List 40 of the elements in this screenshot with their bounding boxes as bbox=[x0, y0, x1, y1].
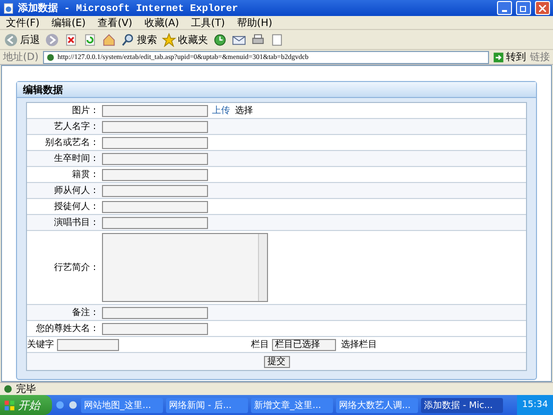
taskbar-button[interactable]: 网站地图_这里... bbox=[81, 398, 163, 412]
menu-item[interactable]: 文件(F) bbox=[6, 16, 40, 30]
field-label: 师从何人： bbox=[53, 184, 100, 197]
menu-item[interactable]: 收藏(A) bbox=[144, 16, 179, 30]
go-button[interactable]: 转到 bbox=[493, 50, 526, 64]
taskbar-button[interactable]: 添加数据 - Mic... bbox=[421, 398, 503, 412]
menu-item[interactable]: 查看(V) bbox=[98, 16, 132, 30]
field-label: 行艺简介： bbox=[53, 262, 100, 274]
menu-item[interactable]: 帮助(H) bbox=[236, 16, 272, 30]
column-field[interactable]: 栏目已选择 bbox=[272, 338, 336, 350]
field-label: 演唱书目： bbox=[53, 216, 100, 229]
toolbar-button[interactable]: 收藏夹 bbox=[162, 32, 208, 46]
field-label: 籍贯： bbox=[71, 168, 100, 181]
field-label: 艺人名字： bbox=[53, 120, 100, 133]
field-label: 备注： bbox=[71, 306, 100, 319]
menu-item[interactable]: 编辑(E) bbox=[52, 16, 86, 30]
field-label: 授徒何人： bbox=[53, 200, 100, 213]
field-label: 别名或艺名： bbox=[44, 136, 100, 149]
panel-title: 编辑数据 bbox=[23, 84, 63, 96]
menu-item[interactable]: 工具(T) bbox=[191, 16, 225, 30]
field-label: 您的尊姓大名： bbox=[35, 322, 100, 335]
upload-link[interactable]: 上传 bbox=[212, 104, 230, 117]
taskbar-button[interactable]: 新增文章_这里... bbox=[251, 398, 333, 412]
field-label: 图片： bbox=[71, 104, 100, 117]
taskbar-button[interactable]: 网络新闻 - 后... bbox=[166, 398, 248, 412]
start-button[interactable]: 开始 bbox=[0, 395, 52, 415]
status-text: 完毕 bbox=[16, 382, 36, 396]
address-label: 地址(D) bbox=[3, 50, 39, 64]
links-label[interactable]: 链接 bbox=[530, 50, 550, 64]
select-link[interactable]: 选择 bbox=[235, 104, 253, 117]
clock: 15:34 bbox=[522, 400, 548, 410]
submit-button[interactable]: 提交 bbox=[264, 356, 290, 368]
window-title: 添加数据 - Microsoft Internet Explorer bbox=[18, 2, 240, 15]
column-label: 栏目 bbox=[251, 338, 269, 351]
keyword-label: 关键字 bbox=[27, 338, 54, 351]
select-column-link[interactable]: 选择栏目 bbox=[341, 338, 377, 351]
taskbar-button[interactable]: 网络大数艺人调... bbox=[336, 398, 418, 412]
field-label: 生卒时间： bbox=[53, 152, 100, 165]
toolbar-button[interactable]: 后退 bbox=[4, 32, 40, 46]
toolbar-button[interactable]: 搜索 bbox=[121, 32, 157, 46]
